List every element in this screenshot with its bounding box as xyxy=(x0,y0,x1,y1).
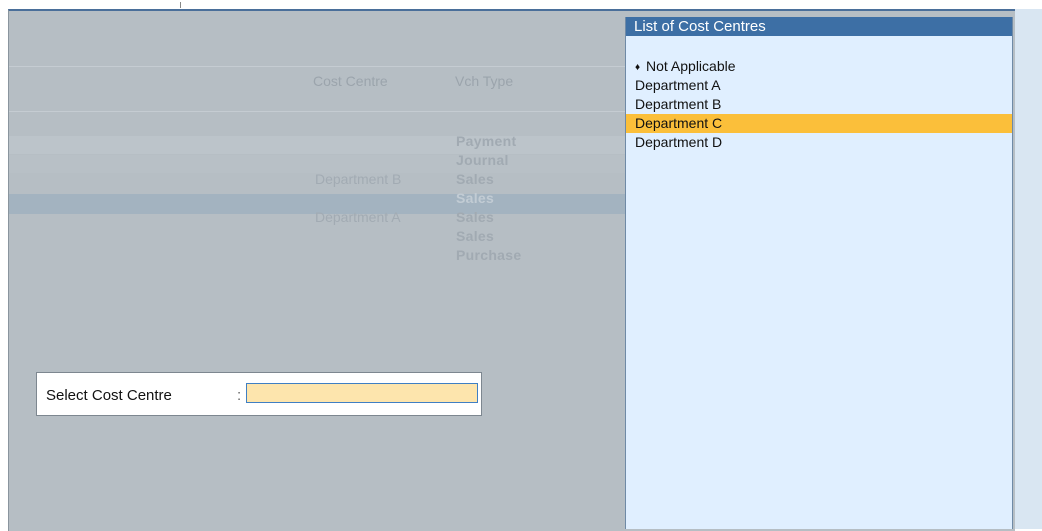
label-colon: : xyxy=(237,387,242,404)
right-side-strip xyxy=(1014,9,1042,529)
cost-centre-list: ♦ Not Applicable Department A Department… xyxy=(626,57,1012,152)
list-title: List of Cost Centres xyxy=(626,17,1012,36)
cost-centre-cell: Department A xyxy=(315,209,401,225)
vch-type-cell: Sales xyxy=(456,209,495,225)
vch-type-cell: Sales xyxy=(456,171,495,187)
row-band xyxy=(9,136,625,154)
vch-type-cell-selected: Sales xyxy=(456,190,495,206)
list-item-label: Not Applicable xyxy=(646,58,736,74)
column-header-cost-centre: Cost Centre xyxy=(313,73,388,89)
vch-type-cell: Sales xyxy=(456,228,495,244)
top-divider-mark xyxy=(180,2,181,8)
select-cost-centre-dialog: Select Cost Centre : xyxy=(36,372,482,416)
column-header-vch-type: Vch Type xyxy=(455,73,514,89)
cost-centre-list-panel: List of Cost Centres ♦ Not Applicable De… xyxy=(625,17,1013,529)
list-item-department-c[interactable]: Department C xyxy=(626,114,1012,133)
list-item-department-b[interactable]: Department B xyxy=(626,95,1012,114)
cost-centre-input[interactable] xyxy=(246,383,478,403)
list-item-department-a[interactable]: Department A xyxy=(626,76,1012,95)
vch-type-cell: Journal xyxy=(456,152,509,168)
header-divider xyxy=(9,66,625,67)
select-cost-centre-label: Select Cost Centre xyxy=(46,387,172,404)
header-divider xyxy=(9,111,625,112)
list-item-department-d[interactable]: Department D xyxy=(626,133,1012,152)
cost-centre-cell: Department B xyxy=(315,171,402,187)
vch-type-cell: Payment xyxy=(456,133,517,149)
list-item-not-applicable[interactable]: ♦ Not Applicable xyxy=(626,57,1012,76)
vch-type-cell: Purchase xyxy=(456,247,522,263)
diamond-bullet-icon: ♦ xyxy=(635,62,641,73)
